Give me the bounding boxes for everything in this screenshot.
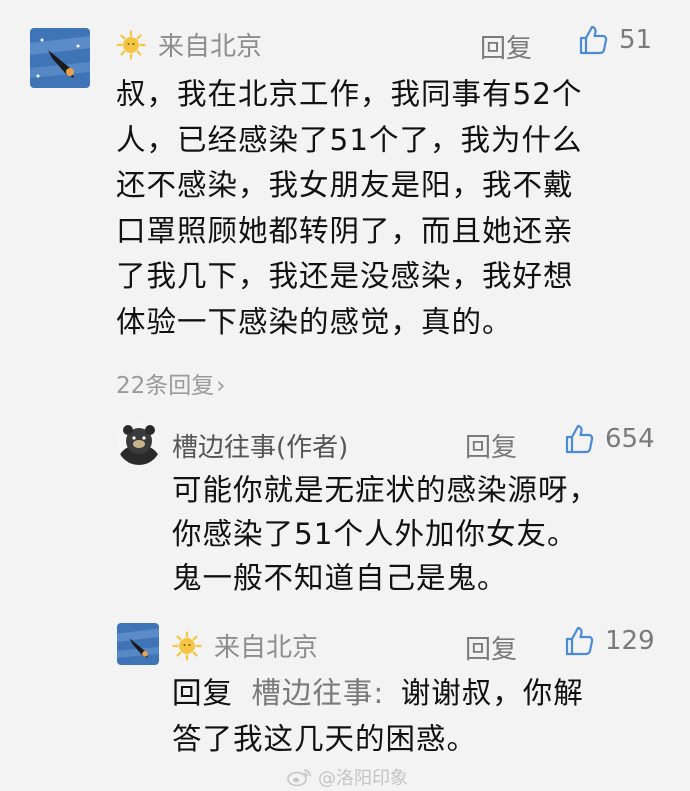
reply-button[interactable]: 回复 (465, 427, 517, 464)
avatar[interactable] (117, 623, 159, 665)
view-replies-link[interactable]: 22条回复› (116, 366, 225, 400)
thumbs-up-icon (565, 424, 594, 454)
reply-button[interactable]: 回复 (480, 28, 532, 65)
avatar[interactable] (30, 28, 90, 88)
reply-line: 可能你就是无症状的感染源呀， (172, 473, 600, 507)
reply-button[interactable]: 回复 (465, 629, 517, 666)
author-reply-body: 可能你就是无症状的感染源呀， 你感染了51个人外加你女友。 鬼一般不知道自己是鬼… (172, 468, 599, 600)
sun-icon (116, 29, 146, 60)
thumbs-up-icon (565, 626, 594, 656)
like-count: 51 (619, 25, 653, 55)
comment-line: 口罩照顾她都转阴了，而且她还亲 (116, 213, 574, 248)
comment-line: 体验一下感染的感觉，真的。 (116, 304, 513, 339)
reply-line: 鬼一般不知道自己是鬼。 (172, 561, 508, 595)
sub-reply-meta: 来自北京 (172, 627, 318, 664)
comment-line: 人，已经感染了51个了，我为什么 (116, 122, 583, 157)
comment-line: 叔，我在北京工作，我同事有52个 (116, 77, 583, 111)
weibo-icon (287, 769, 311, 787)
like-count: 654 (605, 424, 655, 454)
reply-line: 谢谢叔，你解 (400, 676, 584, 710)
reply-prefix: 回复 (172, 676, 234, 710)
reply-target-user[interactable]: 槽边往事: (251, 676, 384, 710)
like-button[interactable]: 51 (577, 24, 652, 56)
comment-line: 还不感染，我女朋友是阳，我不戴 (116, 168, 574, 202)
sun-icon (172, 630, 202, 661)
location-label: 来自北京 (214, 633, 319, 663)
replies-count-label: 22条回复 (116, 373, 215, 399)
comment-line: 了我几下，我还是没感染，我好想 (116, 259, 574, 293)
author-name[interactable]: 槽边往事(作者) (172, 427, 348, 464)
chevron-right-icon: › (216, 373, 226, 399)
location-label: 来自北京 (158, 32, 263, 62)
reply-line: 答了我这几天的困惑。 (172, 722, 478, 756)
thumbs-up-icon (579, 25, 608, 55)
sub-reply-body: 回复 槽边往事: 谢谢叔，你解 答了我这几天的困惑。 (172, 670, 584, 762)
like-button[interactable]: 654 (563, 423, 655, 455)
comment-meta: 来自北京 (116, 26, 262, 63)
like-button[interactable]: 129 (563, 625, 655, 657)
watermark: @洛阳印象 (286, 764, 408, 790)
comment-body: 叔，我在北京工作，我同事有52个 人，已经感染了51个了，我为什么 还不感染，我… (116, 72, 583, 345)
like-count: 129 (605, 626, 655, 656)
author-avatar[interactable] (117, 421, 161, 465)
reply-line: 你感染了51个人外加你女友。 (172, 517, 578, 551)
watermark-text: @洛阳印象 (318, 768, 408, 789)
